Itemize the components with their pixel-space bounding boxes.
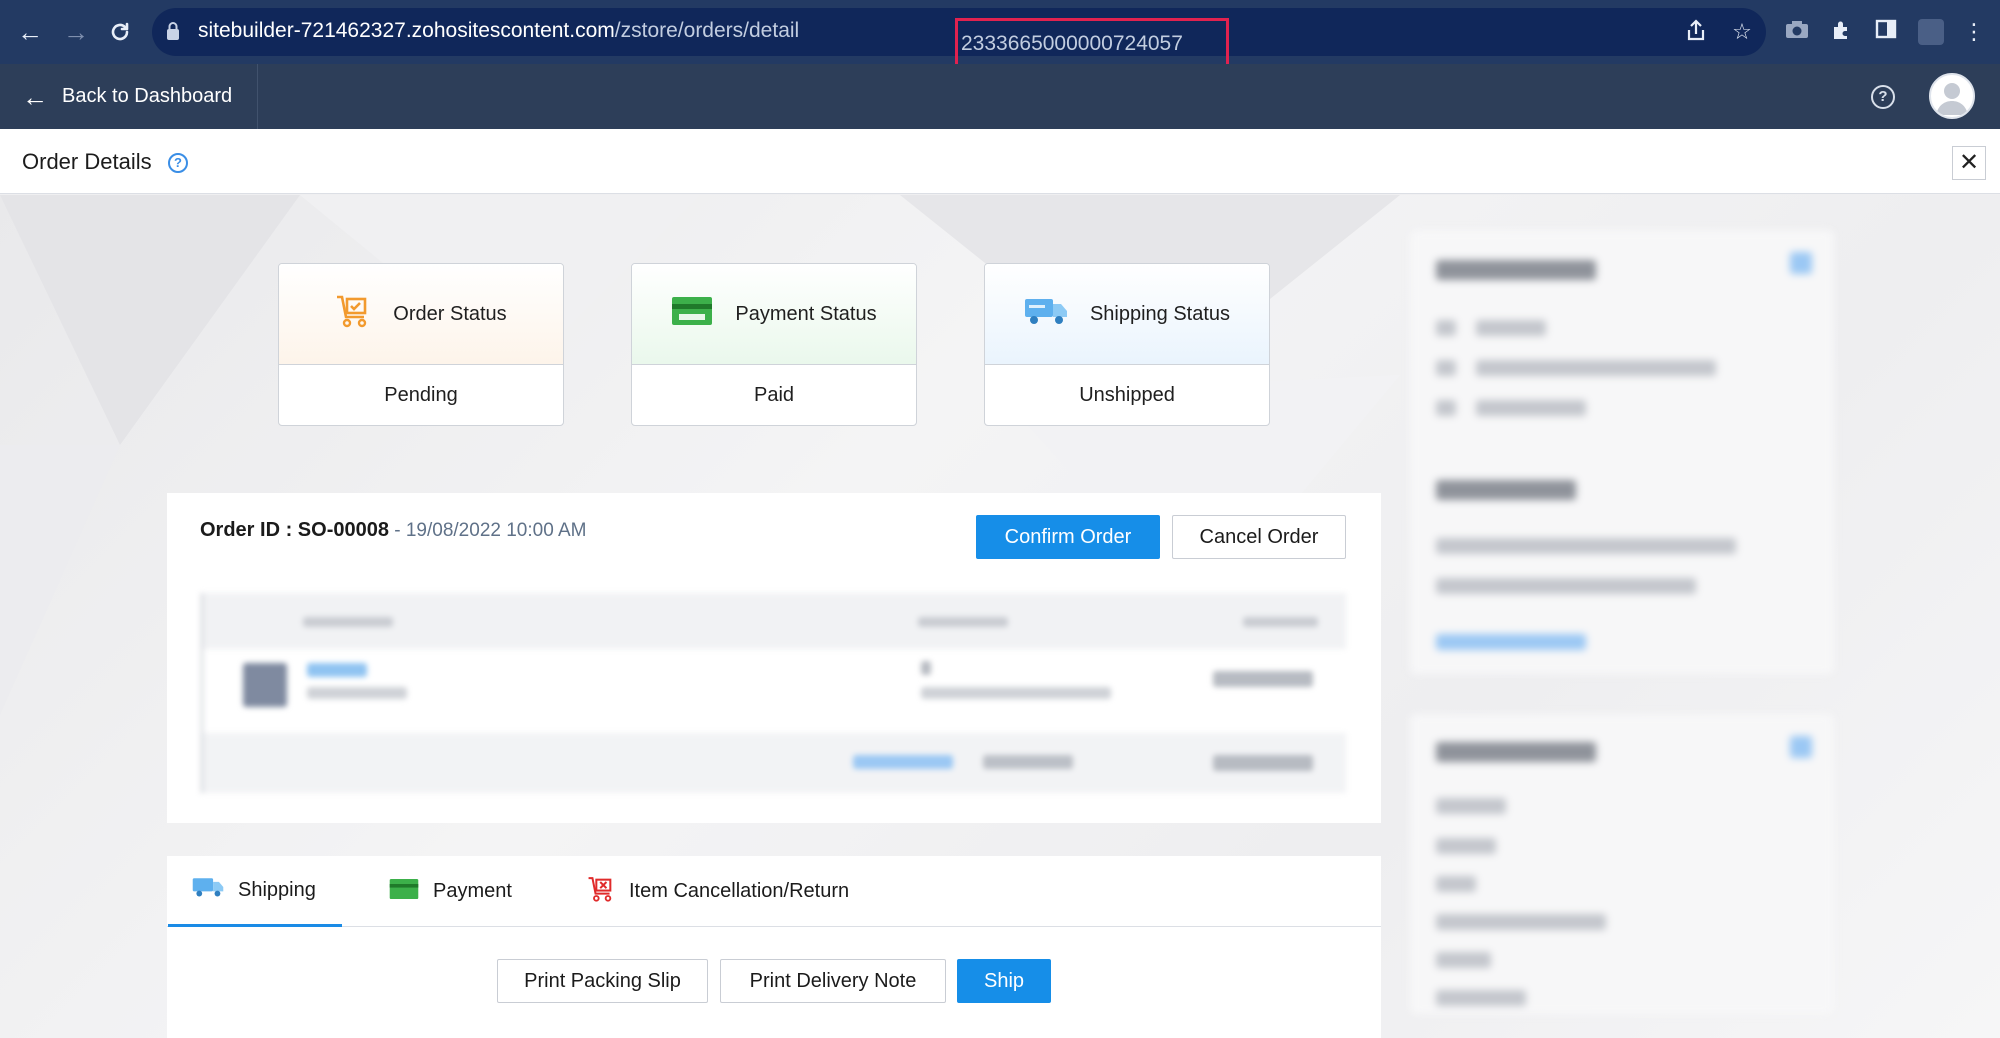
payment-status-card: Payment Status Paid (631, 263, 917, 426)
lock-icon (166, 21, 180, 41)
tab-item-cancellation-label: Item Cancellation/Return (629, 880, 850, 902)
cancel-order-label: Cancel Order (1199, 525, 1319, 548)
help-icon[interactable]: ? (1871, 85, 1895, 109)
credit-card-icon (671, 296, 713, 332)
app-header: ← Back to Dashboard ? (0, 64, 2000, 129)
close-icon: ✕ (1958, 149, 1980, 176)
ship-label: Ship (983, 969, 1025, 992)
back-to-dashboard-link[interactable]: ← Back to Dashboard (0, 64, 258, 129)
shipping-status-label: Shipping Status (1089, 302, 1231, 325)
credit-card-icon (389, 878, 419, 906)
page-title-bar: Order Details ? (0, 129, 2000, 194)
profile-icon[interactable] (1917, 18, 1945, 46)
back-to-dashboard-label: Back to Dashboard (62, 85, 233, 107)
browser-reload-icon[interactable] (104, 16, 136, 48)
tab-payment[interactable]: Payment (389, 856, 512, 927)
ship-button[interactable]: Ship (957, 959, 1051, 1003)
browser-back-icon[interactable]: ← (14, 16, 46, 48)
help-icon[interactable]: ? (168, 153, 188, 173)
order-items-table-blurred (201, 593, 1346, 793)
side-panel-icon[interactable] (1872, 18, 1900, 46)
shipping-status-card: Shipping Status Unshipped (984, 263, 1270, 426)
print-packing-slip-button[interactable]: Print Packing Slip (497, 959, 708, 1003)
tab-bar: Shipping Payment Item Cancellation/Retur… (167, 856, 1381, 927)
order-date: - 19/08/2022 10:00 AM (388, 520, 587, 541)
customer-sidepanel-blurred (1410, 230, 1834, 1014)
cart-cancel-icon (587, 875, 615, 909)
page-title: Order Details (22, 149, 152, 174)
browser-forward-icon[interactable]: → (60, 16, 92, 48)
tab-shipping[interactable]: Shipping (168, 856, 342, 927)
url-host: sitebuilder-721462327.zohositescontent.c… (198, 19, 615, 42)
confirm-order-label: Confirm Order (1004, 525, 1132, 548)
print-delivery-note-button[interactable]: Print Delivery Note (720, 959, 946, 1003)
arrow-left-icon: ← (22, 81, 48, 112)
shipping-address-card (1410, 714, 1834, 1014)
cart-check-icon (335, 293, 371, 335)
tab-item-cancellation-return[interactable]: Item Cancellation/Return (587, 856, 849, 927)
browser-toolbar: ← → sitebuilder-721462327.zohositesconte… (0, 0, 2000, 70)
print-delivery-note-label: Print Delivery Note (749, 969, 917, 992)
browser-menu-icon[interactable]: ⋮ (1960, 18, 1988, 46)
order-status-label: Order Status (393, 302, 507, 325)
print-packing-slip-label: Print Packing Slip (524, 969, 681, 992)
fulfilment-tabs-card: Shipping Payment Item Cancellation/Retur… (167, 856, 1381, 1038)
order-id-line: Order ID : SO-00008 - 19/08/2022 10:00 A… (200, 519, 587, 542)
tab-payment-label: Payment (433, 880, 512, 902)
order-status-card: Order Status Pending (278, 263, 564, 426)
tab-shipping-label: Shipping (238, 878, 316, 901)
shipping-status-value: Unshipped (1079, 384, 1175, 406)
payment-status-label: Payment Status (735, 302, 877, 325)
order-card: Order ID : SO-00008 - 19/08/2022 10:00 A… (167, 493, 1381, 823)
cancel-order-button[interactable]: Cancel Order (1172, 515, 1346, 559)
truck-icon (192, 876, 224, 904)
url-text: sitebuilder-721462327.zohositescontent.c… (198, 19, 799, 43)
bookmark-star-icon[interactable]: ☆ (1728, 18, 1756, 46)
truck-icon (1024, 296, 1068, 332)
payment-status-value: Paid (753, 384, 795, 406)
order-status-value: Pending (384, 384, 458, 406)
confirm-order-button[interactable]: Confirm Order (976, 515, 1160, 559)
url-order-id: 2333665000000724057 (961, 32, 1183, 55)
address-bar[interactable]: sitebuilder-721462327.zohositescontent.c… (152, 8, 1766, 70)
url-highlight-box: 2333665000000724057 (955, 18, 1229, 70)
extensions-puzzle-icon[interactable] (1828, 18, 1856, 46)
avatar[interactable] (1929, 73, 1975, 119)
close-button[interactable]: ✕ (1952, 146, 1986, 180)
url-path: /zstore/orders/detail (614, 19, 800, 42)
customer-details-card (1410, 230, 1834, 674)
order-id: Order ID : SO-00008 (200, 519, 389, 541)
share-icon[interactable] (1682, 18, 1710, 46)
camera-icon[interactable] (1783, 18, 1811, 46)
